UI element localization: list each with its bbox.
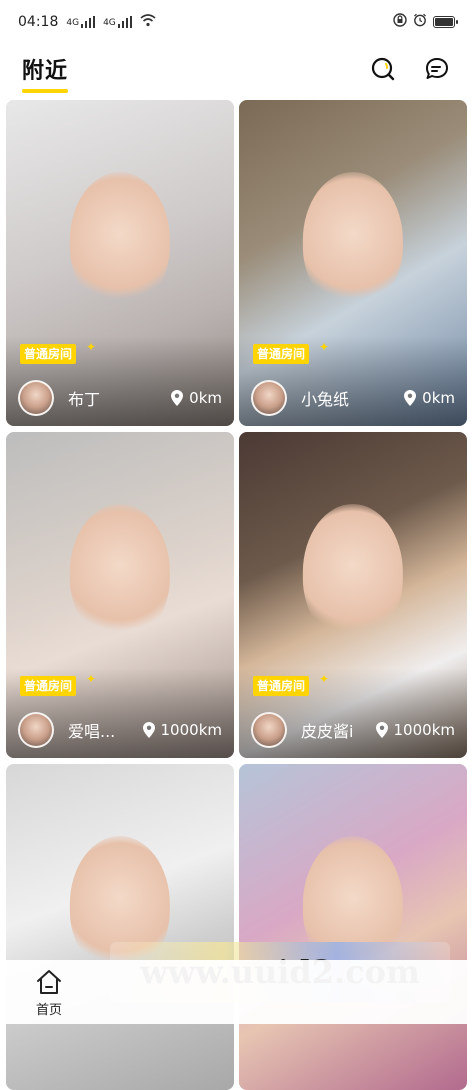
nav-home[interactable]: 首页 (22, 964, 76, 1020)
card-footer: 布丁 0km (18, 380, 222, 416)
distance-value: 0km (189, 389, 222, 407)
home-icon (37, 969, 61, 994)
battery-icon (433, 16, 458, 28)
distance-value: 1000km (160, 721, 222, 739)
search-icon[interactable] (369, 55, 397, 83)
status-right (393, 13, 458, 31)
card-footer: 小兔纸 0km (251, 380, 455, 416)
signal-icon-2 (117, 16, 132, 28)
room-type-badge: 普通房间 (253, 344, 310, 364)
user-name: 皮皮酱i (301, 722, 354, 741)
lock-icon (393, 13, 407, 31)
avatar[interactable] (18, 712, 54, 748)
network-label-1: 4G (66, 18, 80, 28)
avatar[interactable] (251, 712, 287, 748)
distance-value: 1000km (393, 721, 455, 739)
distance: 1000km (375, 721, 455, 739)
avatar[interactable] (251, 380, 287, 416)
location-pin-icon (404, 390, 417, 406)
card-footer: 皮皮酱i 1000km (251, 712, 455, 748)
tab-nearby[interactable]: 附近 (22, 53, 69, 93)
sparkle-icon: ✦ (319, 672, 330, 686)
room-cover-photo (6, 764, 234, 1090)
nearby-grid: 普通房间 ✦ 布丁 0km 普通房间 ✦ 小兔纸 0km 普通房间 ✦ 爱唱..… (6, 100, 467, 1090)
status-bar: 04:18 4G 4G (0, 0, 473, 44)
room-cover-photo (239, 764, 467, 1090)
room-card-2[interactable]: 普通房间 ✦ 小兔纸 0km (239, 100, 467, 426)
room-card-1[interactable]: 普通房间 ✦ 布丁 0km (6, 100, 234, 426)
room-card-4[interactable]: 普通房间 ✦ 皮皮酱i 1000km (239, 432, 467, 758)
room-card-5[interactable] (6, 764, 234, 1090)
room-type-badge: 普通房间 (20, 676, 77, 696)
signal-1: 4G (66, 16, 96, 28)
location-pin-icon (375, 722, 388, 738)
room-type-badge: 普通房间 (20, 344, 77, 364)
alarm-icon (413, 13, 427, 31)
card-footer: 爱唱... 1000km (18, 712, 222, 748)
signal-2: 4G (103, 16, 132, 28)
bottom-nav: 首页 (0, 960, 473, 1024)
distance: 0km (404, 389, 455, 407)
status-left: 04:18 4G 4G (18, 13, 156, 31)
sparkle-icon: ✦ (86, 340, 97, 354)
location-pin-icon (171, 390, 184, 406)
distance-value: 0km (422, 389, 455, 407)
tab-active-underline (22, 89, 69, 93)
room-card-6[interactable] (239, 764, 467, 1090)
room-card-3[interactable]: 普通房间 ✦ 爱唱... 1000km (6, 432, 234, 758)
tab-nearby-label: 附近 (22, 59, 69, 84)
nav-home-label: 首页 (35, 1002, 62, 1018)
user-name: 布丁 (68, 390, 101, 409)
status-time: 04:18 (18, 14, 59, 30)
user-name: 小兔纸 (301, 390, 350, 409)
message-icon[interactable] (423, 55, 451, 83)
room-type-badge: 普通房间 (253, 676, 310, 696)
sparkle-icon: ✦ (86, 672, 97, 686)
user-name: 爱唱... (68, 722, 116, 741)
network-label-2: 4G (103, 18, 116, 28)
header-actions (369, 55, 451, 83)
location-pin-icon (142, 722, 155, 738)
avatar[interactable] (18, 380, 54, 416)
signal-icon (81, 16, 96, 28)
distance: 1000km (142, 721, 222, 739)
wifi-icon (140, 13, 156, 31)
top-header: 附近 (0, 44, 473, 94)
distance: 0km (171, 389, 222, 407)
sparkle-icon: ✦ (319, 340, 330, 354)
